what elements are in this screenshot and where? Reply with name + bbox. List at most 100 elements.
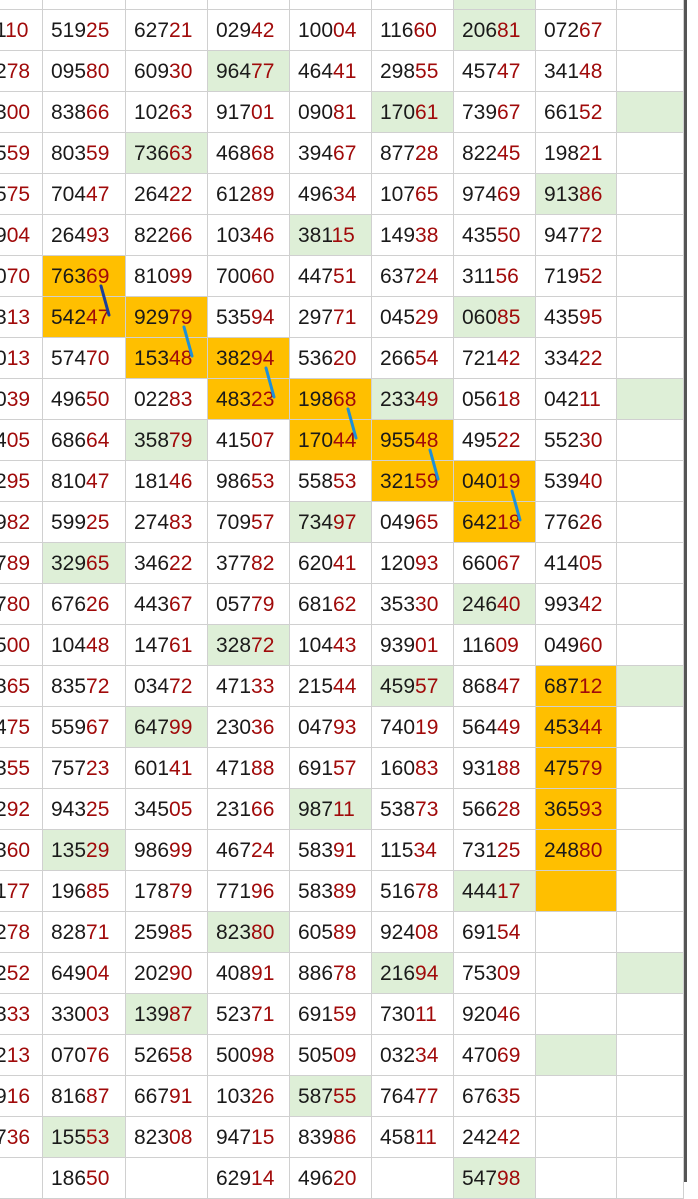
grid-cell: 29855	[372, 51, 454, 92]
grid-cell	[617, 256, 684, 297]
cell-number: 32965	[51, 552, 110, 575]
cell-number: 45344	[544, 716, 603, 739]
scroll-edge	[684, 0, 687, 1182]
grid-cell: 93188	[454, 748, 536, 789]
cell-number: 10004	[298, 19, 357, 42]
grid-cell: 04793	[290, 707, 372, 748]
grid-cell: 32965	[43, 543, 126, 584]
grid-cell	[617, 666, 684, 707]
cell-number: 10263	[134, 101, 193, 124]
grid-cell: 68664	[43, 420, 126, 461]
grid-cell: 10346	[208, 215, 290, 256]
cell-number: 45811	[380, 1126, 437, 1149]
grid-cell: 039	[0, 379, 43, 420]
cell-number: 80359	[51, 142, 110, 165]
cell-number: 51678	[380, 880, 439, 903]
grid-cell-top	[208, 0, 290, 10]
grid-cell: 46724	[208, 830, 290, 871]
grid-cell: 70957	[208, 502, 290, 543]
grid-cell: 18146	[126, 461, 208, 502]
grid-cell	[617, 461, 684, 502]
grid-cell: 51678	[372, 871, 454, 912]
cell-number: 11534	[380, 839, 437, 862]
grid-cell	[617, 1076, 684, 1117]
cell-number: 98711	[298, 798, 355, 821]
cell-number: 500	[0, 634, 31, 657]
cell-number: 75723	[51, 757, 110, 780]
grid-cell: 780	[0, 584, 43, 625]
grid-cell	[617, 1117, 684, 1158]
grid-cell: 12093	[372, 543, 454, 584]
cell-number: 66067	[462, 552, 521, 575]
grid-cell: 81047	[43, 461, 126, 502]
grid-cell: 982	[0, 502, 43, 543]
cell-number: 19868	[298, 388, 357, 411]
cell-number: 47579	[544, 757, 603, 780]
cell-number: 87728	[380, 142, 439, 165]
cell-number: 53940	[544, 470, 603, 493]
grid-cell	[617, 379, 684, 420]
grid-cell	[617, 748, 684, 789]
cell-number: 73497	[298, 511, 357, 534]
cell-number: 04960	[544, 634, 603, 657]
cell-number: 60930	[134, 60, 193, 83]
grid-cell: 73663	[126, 133, 208, 174]
cell-number: 04529	[380, 306, 439, 329]
cell-number: 58391	[298, 839, 357, 862]
grid-cell: 10443	[290, 625, 372, 666]
grid-cell: 37782	[208, 543, 290, 584]
grid-cell: 62721	[126, 10, 208, 51]
cell-number: 35330	[380, 593, 439, 616]
cell-number: 34148	[544, 60, 603, 83]
grid-cell: 13529	[43, 830, 126, 871]
grid-cell: 83866	[43, 92, 126, 133]
cell-number: 26493	[51, 224, 110, 247]
grid-cell: 67626	[43, 584, 126, 625]
cell-number: 15348	[134, 347, 193, 370]
cell-number: 252	[0, 962, 31, 985]
grid-cell: 98653	[208, 461, 290, 502]
cell-number: 13987	[134, 1003, 193, 1026]
grid-cell: 92046	[454, 994, 536, 1035]
cell-number: 14761	[134, 634, 193, 657]
cell-number: 75309	[462, 962, 521, 985]
grid-cell	[617, 502, 684, 543]
grid-cell: 11660	[372, 10, 454, 51]
grid-cell: 19868	[290, 379, 372, 420]
cell-number: 04211	[544, 388, 601, 411]
grid-cell: 66067	[454, 543, 536, 584]
grid-cell: 14761	[126, 625, 208, 666]
grid-cell: 82380	[208, 912, 290, 953]
cell-number: 64904	[51, 962, 110, 985]
cell-number: 88678	[298, 962, 357, 985]
grid-cell: 58755	[290, 1076, 372, 1117]
cell-number: 46441	[298, 60, 357, 83]
cell-number: 10346	[216, 224, 275, 247]
grid-cell: 15553	[43, 1117, 126, 1158]
grid-cell	[617, 1158, 684, 1199]
cell-number: 73967	[462, 101, 521, 124]
grid-cell: 73125	[454, 830, 536, 871]
cell-number: 37782	[216, 552, 275, 575]
cell-number: 93188	[462, 757, 521, 780]
grid-cell: 15348	[126, 338, 208, 379]
grid-cell: 17879	[126, 871, 208, 912]
grid-cell: 27483	[126, 502, 208, 543]
grid-cell	[617, 51, 684, 92]
cell-number: 64799	[134, 716, 193, 739]
cell-number: 17044	[298, 429, 357, 452]
grid-cell: 07267	[536, 10, 617, 51]
grid-cell: 53620	[290, 338, 372, 379]
grid-cell: 736	[0, 1117, 43, 1158]
grid-cell	[617, 707, 684, 748]
grid-cell: 55853	[290, 461, 372, 502]
grid-cell: 46868	[208, 133, 290, 174]
cell-number: 81047	[51, 470, 110, 493]
number-grid: 110 51925 62721 02942 10004 11660 20681 07267 27…	[0, 0, 698, 1199]
cell-number: 17879	[134, 880, 193, 903]
grid-cell: 33003	[43, 994, 126, 1035]
grid-cell: 04211	[536, 379, 617, 420]
cell-number: 49634	[298, 183, 357, 206]
grid-cell: 38294	[208, 338, 290, 379]
grid-cell: 39467	[290, 133, 372, 174]
